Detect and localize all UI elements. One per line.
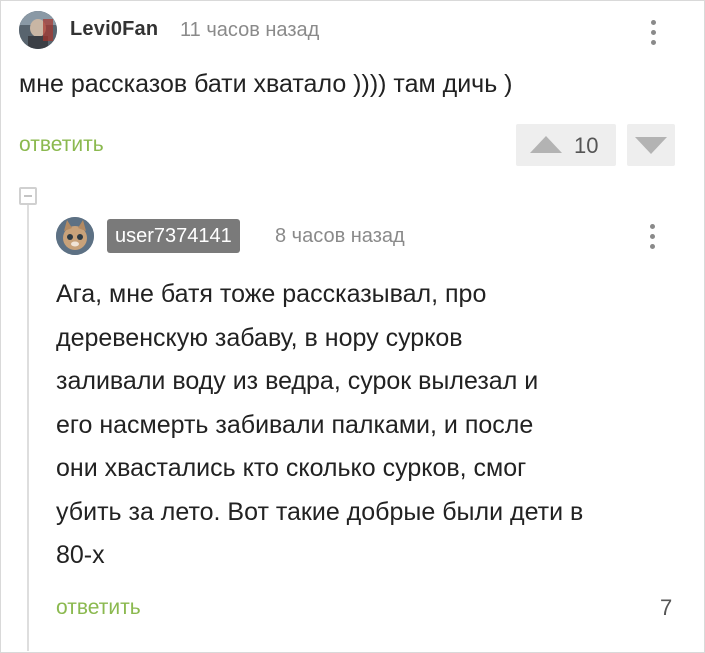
reply-text-line: они хвастались кто сколько сурков, смог bbox=[56, 454, 527, 482]
reply-rating: 7 bbox=[660, 595, 673, 620]
avatar[interactable] bbox=[19, 11, 57, 49]
reply-text-line: убить за лето. Вот такие добрые были дет… bbox=[56, 497, 584, 526]
reply-text: Ага, мне батя тоже рассказывал, про дере… bbox=[56, 273, 686, 578]
comment-text: мне рассказов бати хватало )))) там дичь… bbox=[19, 70, 513, 98]
downvote-icon bbox=[635, 137, 667, 154]
comment-author[interactable]: Levi0Fan bbox=[70, 18, 158, 41]
reply-timestamp: 8 часов назад bbox=[275, 225, 405, 247]
thread-line[interactable] bbox=[27, 205, 29, 651]
reply-text-line: его насмерть забивали палками, и после bbox=[56, 410, 534, 439]
downvote-button[interactable] bbox=[627, 124, 675, 166]
upvote-icon bbox=[530, 136, 562, 153]
reply-author[interactable]: user7374141 bbox=[107, 219, 240, 253]
more-vertical-icon[interactable] bbox=[651, 20, 657, 48]
reply-text-line: 80-х bbox=[56, 541, 105, 569]
comment-rating: 10 bbox=[574, 133, 599, 158]
collapse-icon[interactable] bbox=[19, 187, 37, 205]
reply-text-line: заливали воду из ведра, сурок вылезал и bbox=[56, 367, 539, 395]
avatar[interactable] bbox=[56, 217, 94, 255]
reply-text-line: деревенскую забаву, в нору сурков bbox=[56, 323, 463, 352]
comment-timestamp: 11 часов назад bbox=[180, 19, 320, 41]
reply-button[interactable]: ответить bbox=[56, 596, 141, 620]
reply-text-line: Ага, мне батя тоже рассказывал, про bbox=[56, 280, 487, 308]
more-vertical-icon[interactable] bbox=[650, 224, 656, 252]
upvote-button[interactable]: 10 bbox=[516, 124, 616, 166]
reply-button[interactable]: ответить bbox=[19, 133, 104, 157]
